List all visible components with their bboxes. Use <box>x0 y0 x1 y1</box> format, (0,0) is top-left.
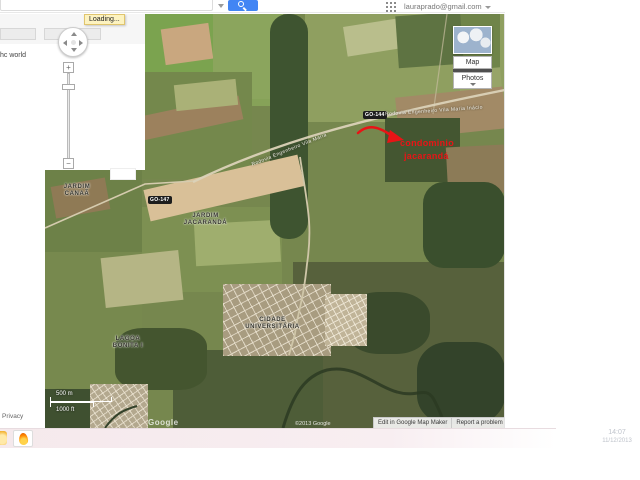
pan-control[interactable] <box>58 27 88 57</box>
map-copyright: ©2013 Google <box>295 421 331 427</box>
chevron-down-icon <box>470 83 476 86</box>
zoom-in-button[interactable]: + <box>63 62 74 73</box>
taskbar-browser-button[interactable] <box>13 430 33 447</box>
search-options-caret-icon[interactable] <box>218 4 224 8</box>
privacy-link[interactable]: Privacy <box>2 413 23 420</box>
search-input[interactable] <box>0 0 213 11</box>
scale-imperial: 1000 ft <box>56 407 112 413</box>
road-badge-go147: GO-147 <box>148 196 172 204</box>
edit-map-maker-link[interactable]: Edit in Google Map Maker <box>374 418 451 428</box>
map-footer-links: Edit in Google Map Maker Report a proble… <box>373 417 505 428</box>
minor-road <box>433 14 447 114</box>
google-watermark: Google <box>148 418 179 427</box>
flame-icon <box>18 433 28 446</box>
map-preview-thumbnail[interactable] <box>453 26 492 54</box>
account-caret-icon <box>485 6 491 9</box>
top-header: lauraprado@gmail.com <box>0 0 505 13</box>
taskbar-clock: 14:07 11/12/2013 <box>595 429 639 445</box>
scale-bar: 500 m 1000 ft <box>50 391 112 413</box>
annotation-arrow-icon <box>352 117 412 157</box>
highway-path <box>193 90 505 182</box>
loading-tooltip: Loading... <box>84 14 125 25</box>
pan-up-icon[interactable] <box>71 32 77 36</box>
place-label-cidade-universitaria: CIDADEUNIVERSITÁRIA <box>230 317 315 331</box>
screen: lauraprado@gmail.com hc world <box>0 0 640 480</box>
pan-left-icon[interactable] <box>63 40 67 46</box>
photos-button[interactable]: Photos <box>453 72 492 89</box>
skeleton-button <box>0 28 36 40</box>
map-viewport: hc world + − Loading... Map Photos JARDI… <box>0 14 505 428</box>
clipped-text: hc world <box>0 52 26 59</box>
report-problem-link[interactable]: Report a problem <box>451 418 505 428</box>
zoom-slider-handle[interactable] <box>62 84 75 90</box>
apps-grid-icon[interactable] <box>386 2 398 14</box>
taskbar-partial-icon[interactable] <box>0 431 7 445</box>
clock-time: 14:07 <box>595 429 639 437</box>
taskbar <box>0 428 556 448</box>
zoom-out-button[interactable]: − <box>63 158 74 169</box>
place-label-lagoa-bonita: LAGOABONITA I <box>91 336 165 350</box>
photos-button-label: Photos <box>462 75 484 82</box>
pan-down-icon[interactable] <box>71 48 77 52</box>
empty-label-box <box>110 168 136 180</box>
clock-date: 11/12/2013 <box>595 437 639 445</box>
account-email[interactable]: lauraprado@gmail.com <box>404 2 491 11</box>
search-button[interactable] <box>228 0 258 11</box>
pan-right-icon[interactable] <box>79 40 83 46</box>
search-icon <box>238 1 244 7</box>
place-label-jardim-canaa: JARDIMCANAÃ <box>40 184 114 198</box>
pan-center-icon[interactable] <box>71 40 76 45</box>
map-type-control: Map Photos <box>453 26 492 89</box>
place-label-jardim-jacaranda: JARDIMJACARANDÁ <box>163 213 248 227</box>
map-button[interactable]: Map <box>453 56 492 69</box>
